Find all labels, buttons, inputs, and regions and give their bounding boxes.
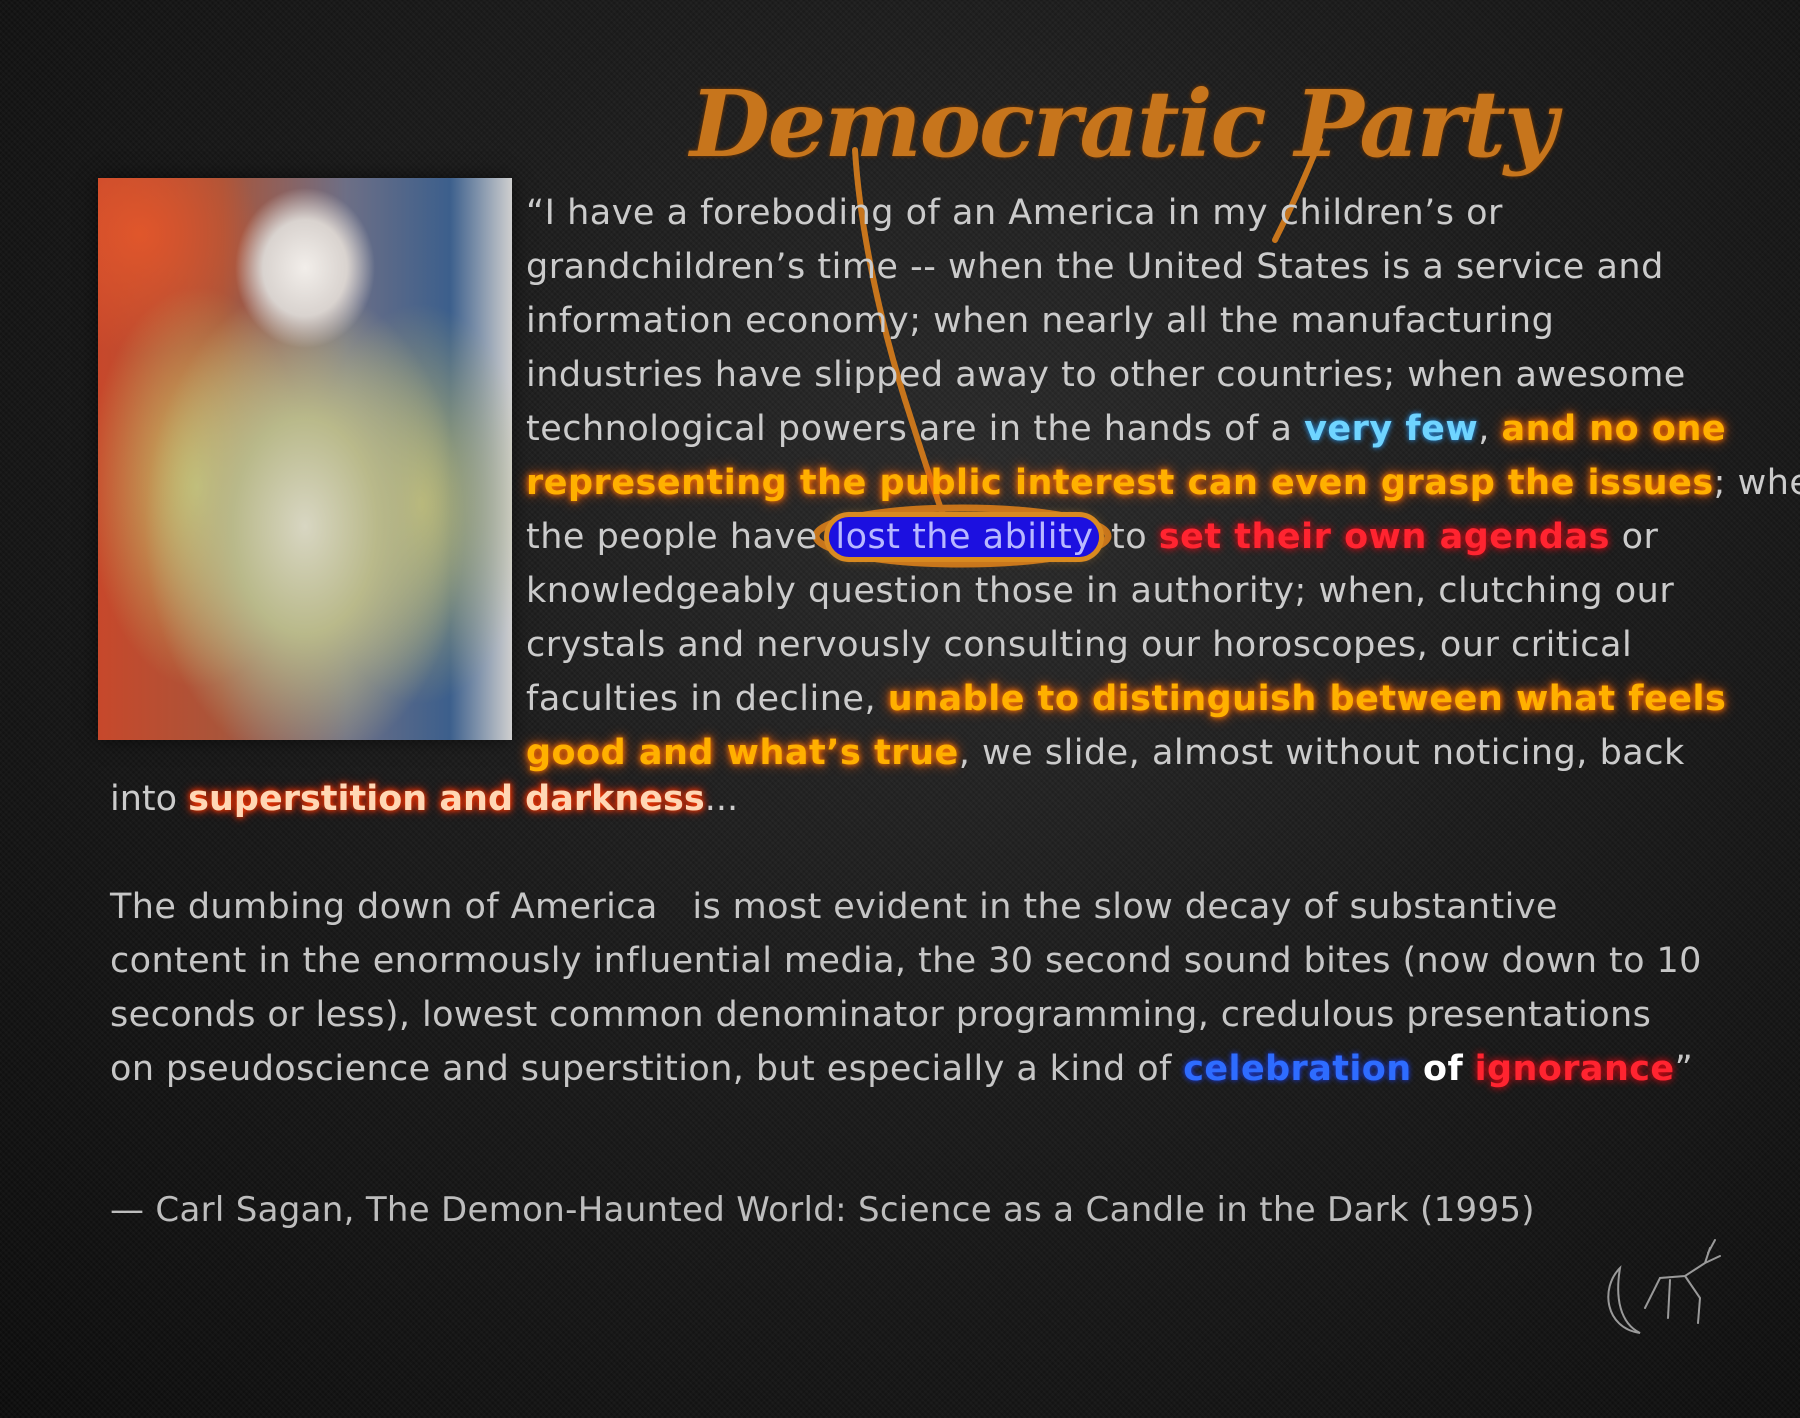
quote-line: crystals and nervously consulting our ho… — [526, 625, 1633, 665]
citation: — Carl Sagan, The Demon-Haunted World: S… — [110, 1190, 1535, 1230]
quote-line: on pseudoscience and superstition, but e… — [110, 1049, 1694, 1089]
highlight-orange: representing the public interest can eve… — [526, 463, 1714, 503]
highlight-orange: good and what’s true — [526, 733, 959, 773]
quote-line: technological powers are in the hands of… — [526, 409, 1727, 449]
quote-line: information economy; when nearly all the… — [526, 301, 1555, 341]
highlight-red: set their own agendas — [1158, 517, 1610, 557]
quote-line: content in the enormously influential me… — [110, 941, 1702, 981]
quote-paragraph-2: The dumbing down of America is most evid… — [110, 880, 1750, 1096]
highlight-orange: unable to distinguish between what feels — [887, 679, 1727, 719]
highlight-celebration: celebration — [1183, 1049, 1412, 1089]
quote-line: knowledgeably question those in authorit… — [526, 571, 1675, 611]
quote-line: The dumbing down of America is most evid… — [110, 887, 1558, 927]
highlight-ignorance: ignorance — [1474, 1049, 1675, 1089]
quote-paragraph-1: “I have a foreboding of an America in my… — [526, 186, 1800, 780]
moon-and-deer-signature-icon — [1607, 1239, 1721, 1334]
quote-line: into superstition and darkness... — [110, 779, 739, 819]
quote-line: industries have slipped away to other co… — [526, 355, 1686, 395]
quote-line: “I have a foreboding of an America in my… — [526, 193, 1503, 233]
quote-line: representing the public interest can eve… — [526, 463, 1800, 503]
highlight-darkness: superstition and darkness — [188, 779, 705, 819]
quote-line: the people have lost the ability to set … — [526, 517, 1659, 557]
quote-line: grandchildren’s time -- when the United … — [526, 247, 1664, 287]
quote-line: seconds or less), lowest common denomina… — [110, 995, 1652, 1035]
highlight-lost-the-ability: lost the ability — [829, 517, 1100, 557]
highlight-very-few: very few — [1304, 409, 1479, 449]
quote-last-line: into superstition and darkness... — [110, 772, 1310, 826]
highlight-of: of — [1423, 1049, 1464, 1089]
quote-line: faculties in decline, unable to distingu… — [526, 679, 1727, 719]
highlight-orange: and no one — [1501, 409, 1727, 449]
